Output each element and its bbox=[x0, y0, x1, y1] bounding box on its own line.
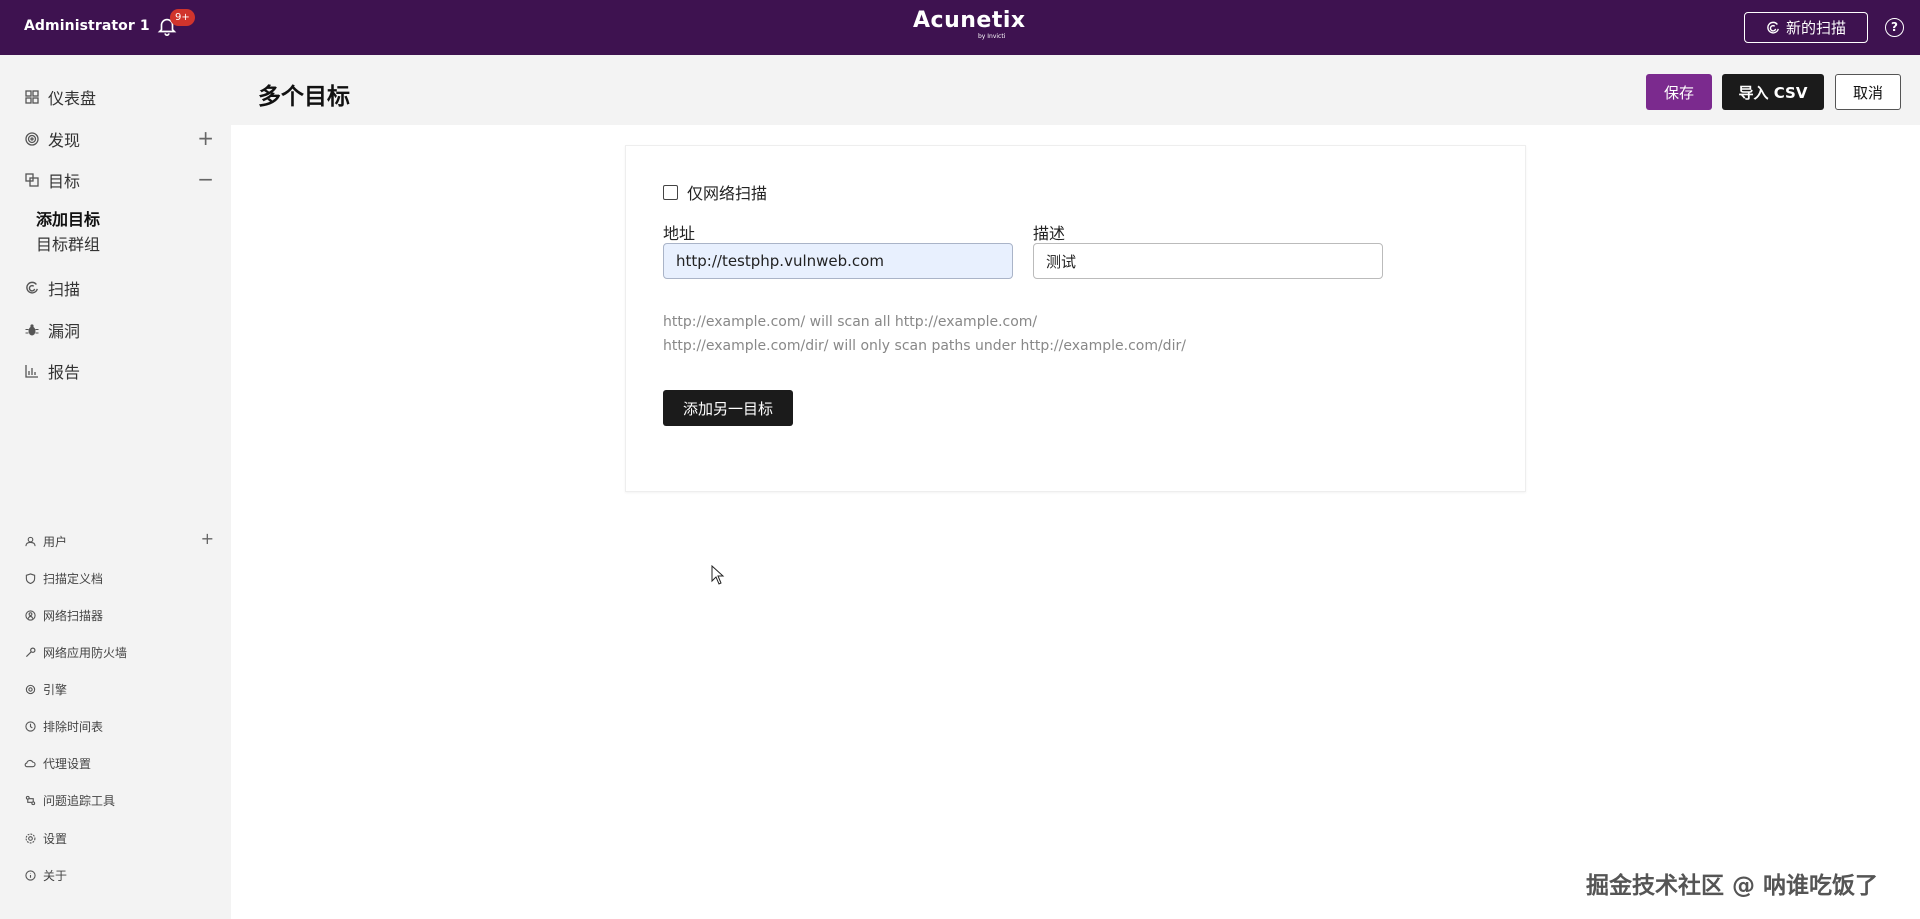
brand-name: Acunetix bbox=[913, 8, 1026, 33]
user-icon bbox=[24, 535, 36, 547]
save-button[interactable]: 保存 bbox=[1646, 74, 1712, 110]
sidebar-item-label: 引擎 bbox=[43, 682, 68, 697]
sidebar-item-vulnerabilities[interactable]: 漏洞 bbox=[24, 318, 214, 342]
transfer-icon bbox=[24, 794, 36, 806]
wrench-icon bbox=[24, 646, 36, 658]
sidebar-item-excluded-hours[interactable]: 排除时间表 bbox=[24, 717, 214, 735]
sidebar-item-label: 扫描定义档 bbox=[43, 571, 104, 586]
watermark: 掘金技术社区 @ 呐谁吃饭了 bbox=[1586, 873, 1879, 899]
network-only-row[interactable]: 仅网络扫描 bbox=[663, 180, 767, 204]
clock-icon bbox=[24, 720, 36, 732]
sidebar-item-about[interactable]: 关于 bbox=[24, 866, 214, 884]
sidebar-item-label: 关于 bbox=[43, 868, 68, 883]
sidebar-item-label: 网络应用防火墙 bbox=[43, 645, 128, 660]
sidebar-item-label: 漏洞 bbox=[48, 322, 81, 341]
sidebar-item-label: 设置 bbox=[43, 831, 68, 846]
targets-icon bbox=[24, 172, 40, 188]
sidebar-item-waf[interactable]: 网络应用防火墙 bbox=[24, 643, 214, 661]
new-scan-label: 新的扫描 bbox=[1785, 19, 1846, 37]
description-input[interactable] bbox=[1033, 243, 1383, 279]
chart-icon bbox=[24, 363, 40, 379]
sidebar-item-label: 网络扫描器 bbox=[43, 608, 104, 623]
network-icon bbox=[24, 609, 36, 621]
sidebar-item-scan-profiles[interactable]: 扫描定义档 bbox=[24, 569, 214, 587]
sidebar-item-proxy-settings[interactable]: 代理设置 bbox=[24, 754, 214, 772]
sidebar: 仪表盘 发现 + 目标 − 添加目标 目标群组 扫描 漏洞 报告 用户 + 扫描… bbox=[0, 55, 231, 919]
scan-icon bbox=[1767, 21, 1779, 34]
sidebar-item-label: 扫描 bbox=[48, 280, 81, 299]
hint-text-1: http://example.com/ will scan all http:/… bbox=[663, 314, 1038, 330]
network-only-checkbox[interactable] bbox=[663, 184, 678, 200]
scan-icon bbox=[24, 280, 40, 296]
shield-icon bbox=[24, 572, 36, 584]
top-bar: Administrator 1 9+ Acunetix by Invicti 新… bbox=[0, 0, 1920, 55]
sidebar-item-engines[interactable]: 引擎 bbox=[24, 680, 214, 698]
info-icon bbox=[24, 869, 36, 881]
add-user-icon[interactable]: + bbox=[201, 529, 214, 548]
brand-logo: Acunetix by Invicti bbox=[913, 8, 1026, 41]
sidebar-item-label: 用户 bbox=[43, 534, 68, 549]
network-only-label: 仅网络扫描 bbox=[687, 184, 768, 203]
dashboard-icon bbox=[24, 89, 40, 105]
sidebar-item-dashboard[interactable]: 仪表盘 bbox=[24, 85, 214, 109]
target-icon bbox=[24, 131, 40, 147]
target-form-card: 仅网络扫描 地址 描述 http://example.com/ will sca… bbox=[625, 145, 1526, 492]
sidebar-item-users[interactable]: 用户 + bbox=[24, 529, 214, 550]
expand-icon[interactable]: + bbox=[197, 127, 214, 149]
sidebar-item-label: 问题追踪工具 bbox=[43, 793, 116, 808]
address-label: 地址 bbox=[663, 224, 696, 243]
sidebar-item-label: 排除时间表 bbox=[43, 719, 104, 734]
engine-icon bbox=[24, 683, 36, 695]
mouse-cursor-icon bbox=[711, 565, 725, 585]
page-title: 多个目标 bbox=[258, 84, 350, 110]
notification-badge: 9+ bbox=[170, 9, 195, 26]
description-label: 描述 bbox=[1033, 224, 1066, 243]
sidebar-item-scans[interactable]: 扫描 bbox=[24, 276, 214, 300]
sidebar-item-settings[interactable]: 设置 bbox=[24, 829, 214, 847]
sidebar-item-discovery[interactable]: 发现 + bbox=[24, 127, 214, 151]
help-icon[interactable]: ? bbox=[1885, 18, 1904, 37]
page-header: 多个目标 保存 导入 CSV 取消 bbox=[231, 55, 1920, 125]
sidebar-item-label: 目标 bbox=[48, 172, 81, 191]
sidebar-subitem-target-groups[interactable]: 目标群组 bbox=[36, 231, 100, 255]
sidebar-item-label: 代理设置 bbox=[43, 756, 92, 771]
sidebar-item-label: 仪表盘 bbox=[48, 89, 97, 108]
sidebar-item-label: 发现 bbox=[48, 131, 81, 150]
sidebar-item-reports[interactable]: 报告 bbox=[24, 359, 214, 383]
user-name[interactable]: Administrator 1 bbox=[24, 18, 150, 34]
import-csv-button[interactable]: 导入 CSV bbox=[1722, 74, 1824, 110]
sidebar-subitem-add-target[interactable]: 添加目标 bbox=[36, 206, 100, 230]
cancel-button[interactable]: 取消 bbox=[1835, 74, 1901, 110]
collapse-icon[interactable]: − bbox=[197, 168, 214, 190]
add-another-target-button[interactable]: 添加另一目标 bbox=[663, 390, 793, 426]
hint-text-2: http://example.com/dir/ will only scan p… bbox=[663, 338, 1186, 354]
bug-icon bbox=[24, 322, 40, 338]
cloud-icon bbox=[24, 757, 36, 769]
gear-icon bbox=[24, 832, 36, 844]
brand-sub: by Invicti bbox=[978, 33, 1006, 40]
address-input[interactable] bbox=[663, 243, 1013, 279]
sidebar-item-issue-trackers[interactable]: 问题追踪工具 bbox=[24, 791, 214, 809]
sidebar-item-network-scanner[interactable]: 网络扫描器 bbox=[24, 606, 214, 624]
new-scan-button[interactable]: 新的扫描 bbox=[1744, 12, 1868, 43]
sidebar-item-targets[interactable]: 目标 − bbox=[24, 168, 214, 192]
sidebar-item-label: 报告 bbox=[48, 363, 81, 382]
